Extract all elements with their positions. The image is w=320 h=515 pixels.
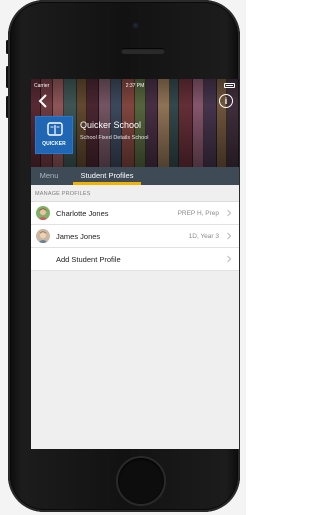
school-logo: QUICKER xyxy=(35,116,73,154)
info-icon[interactable]: i xyxy=(219,94,233,108)
profile-list: Charlotte Jones PREP H, Prep James Jones xyxy=(31,201,239,271)
profile-class: 1D, Year 3 xyxy=(188,233,219,240)
profile-name: Charlotte Jones xyxy=(56,209,109,218)
active-tab-indicator xyxy=(73,182,141,185)
add-profile-label: Add Student Profile xyxy=(56,255,121,264)
tab-menu[interactable]: Menu xyxy=(31,167,67,185)
device-mockup: Carrier 2:37 PM i QUICKER Quicker School… xyxy=(0,0,246,515)
battery-icon xyxy=(224,83,235,88)
school-name: Quicker School xyxy=(80,120,142,130)
tab-bar: Menu Student Profiles xyxy=(31,167,239,185)
avatar xyxy=(36,206,50,220)
school-subtitle: School Fixed Details School xyxy=(80,135,149,141)
status-time: 2:37 PM xyxy=(125,83,145,89)
header-banner: Carrier 2:37 PM i QUICKER Quicker School… xyxy=(31,79,239,167)
profile-name: James Jones xyxy=(56,232,101,241)
chevron-right-icon xyxy=(227,209,232,217)
book-icon xyxy=(47,122,63,136)
chevron-left-icon[interactable] xyxy=(37,93,51,109)
section-heading: MANAGE PROFILES xyxy=(35,191,91,197)
front-camera xyxy=(132,22,139,29)
home-button[interactable] xyxy=(118,458,164,504)
profile-class: PREP H, Prep xyxy=(177,210,219,217)
status-bar: Carrier 2:37 PM xyxy=(31,81,239,91)
earpiece-speaker xyxy=(121,48,165,54)
chevron-right-icon xyxy=(227,232,232,240)
profile-row[interactable]: Charlotte Jones PREP H, Prep xyxy=(31,202,239,225)
avatar xyxy=(36,229,50,243)
logo-text: QUICKER xyxy=(42,141,66,147)
profile-row[interactable]: James Jones 1D, Year 3 xyxy=(31,225,239,248)
app-screen: Carrier 2:37 PM i QUICKER Quicker School… xyxy=(31,79,239,449)
chevron-right-icon xyxy=(227,255,232,263)
add-student-profile-row[interactable]: Add Student Profile xyxy=(31,248,239,271)
